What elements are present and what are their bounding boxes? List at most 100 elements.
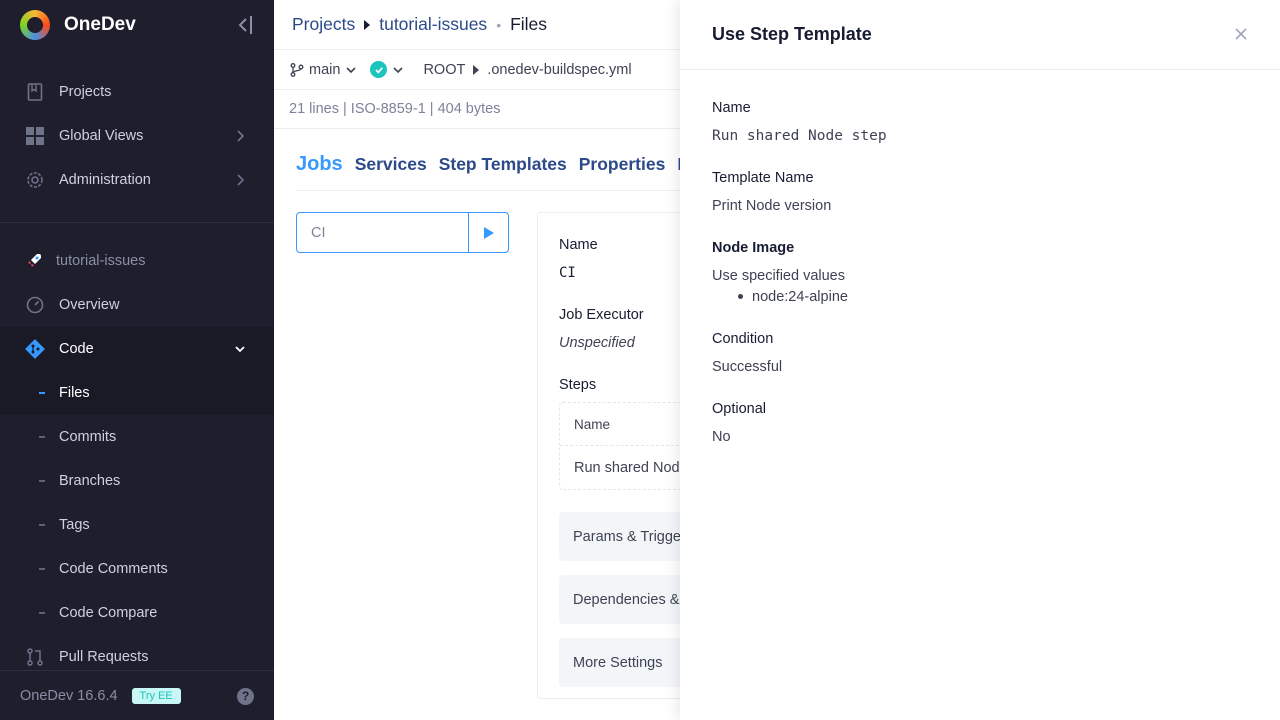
bullet-dash xyxy=(39,568,45,570)
tab-services[interactable]: Services xyxy=(355,154,427,175)
sidebar-project-name[interactable]: tutorial-issues xyxy=(25,252,145,270)
file-info: 21 lines | ISO-8859-1 | 404 bytes xyxy=(274,90,680,129)
root-link[interactable]: ROOT xyxy=(423,62,465,78)
close-icon[interactable] xyxy=(1235,28,1247,40)
bullet-dash xyxy=(39,392,45,394)
sidebar-item-tags[interactable]: Tags xyxy=(0,503,274,547)
use-step-template-panel: Use Step Template Name Run shared Node s… xyxy=(680,0,1280,720)
job-name-value: CI xyxy=(559,265,576,281)
build-success-icon[interactable] xyxy=(370,61,388,78)
sidebar-item-label: Global Views xyxy=(59,128,144,144)
sidebar-item-label: Code xyxy=(59,341,94,357)
job-name-label: Name xyxy=(559,237,598,253)
sidebar-item-projects[interactable]: Projects xyxy=(0,70,274,114)
node-image-label: Node Image xyxy=(712,240,795,256)
step-name-label: Name xyxy=(712,100,751,116)
job-executor-label: Job Executor xyxy=(559,307,644,323)
gear-icon xyxy=(25,170,45,190)
sidebar-item-commits[interactable]: Commits xyxy=(0,415,274,459)
template-name-value: Print Node version xyxy=(712,198,832,214)
git-icon xyxy=(25,339,45,359)
dependencies-jobs-section[interactable]: Dependencies & Jobs xyxy=(559,575,680,624)
bullet-dash xyxy=(39,612,45,614)
breadcrumb-projects[interactable]: Projects xyxy=(292,14,355,35)
panel-header: Use Step Template xyxy=(680,0,1280,70)
try-ee-badge[interactable]: Try EE xyxy=(131,687,181,704)
steps-table: Name Run shared Node step xyxy=(559,402,680,490)
node-image-value: node:24-alpine xyxy=(752,289,848,305)
sidebar-item-files[interactable]: Files xyxy=(0,371,274,415)
sidebar: OneDev Projects Global Views Administrat… xyxy=(0,0,274,720)
tabs-divider xyxy=(296,190,680,191)
breadcrumb: Projects tutorial-issues • Files xyxy=(274,0,680,50)
buildspec-tabs: Jobs Services Step Templates Properties … xyxy=(296,153,680,176)
sidebar-item-label: Files xyxy=(59,385,90,401)
bookmark-icon xyxy=(25,82,45,102)
play-icon xyxy=(483,226,494,239)
chevron-down-icon xyxy=(235,346,245,353)
bullet-dash xyxy=(39,436,45,438)
breadcrumb-dot: • xyxy=(496,16,502,33)
pull-request-icon xyxy=(25,647,45,667)
panel-title: Use Step Template xyxy=(712,24,872,44)
grid-icon xyxy=(25,126,45,146)
brand[interactable]: OneDev xyxy=(0,0,274,50)
caret-right-icon xyxy=(364,19,371,30)
sidebar-item-global-views[interactable]: Global Views xyxy=(0,114,274,158)
node-image-mode: Use specified values xyxy=(712,268,845,284)
sidebar-item-overview[interactable]: Overview xyxy=(0,283,274,327)
steps-column-header: Name xyxy=(574,417,611,432)
brand-name: OneDev xyxy=(64,14,136,35)
sidebar-item-administration[interactable]: Administration xyxy=(0,158,274,202)
caret-right-icon xyxy=(473,64,480,75)
sidebar-item-label: Pull Requests xyxy=(59,649,149,665)
chevron-down-icon[interactable] xyxy=(393,66,404,74)
sidebar-item-code-comments[interactable]: Code Comments xyxy=(0,547,274,591)
step-name-value: Run shared Node step xyxy=(712,128,887,144)
breadcrumb-project[interactable]: tutorial-issues xyxy=(379,14,487,35)
sidebar-item-branches[interactable]: Branches xyxy=(0,459,274,503)
main-content: Projects tutorial-issues • Files main RO… xyxy=(274,0,680,720)
steps-label: Steps xyxy=(559,377,597,393)
table-row[interactable]: Run shared Node step xyxy=(560,445,680,476)
sidebar-item-code[interactable]: Code xyxy=(0,327,274,371)
chevron-right-icon xyxy=(237,130,245,142)
condition-value: Successful xyxy=(712,359,783,375)
gauge-icon xyxy=(25,295,45,315)
sidebar-item-code-compare[interactable]: Code Compare xyxy=(0,591,274,635)
params-triggers-section[interactable]: Params & Triggers xyxy=(559,512,680,561)
tab-properties[interactable]: Properties xyxy=(579,154,666,175)
collapse-sidebar-icon[interactable] xyxy=(236,14,254,36)
project-name-label: tutorial-issues xyxy=(56,253,146,269)
sidebar-item-label: Commits xyxy=(59,429,117,445)
sidebar-item-label: Projects xyxy=(59,84,112,100)
tab-step-templates[interactable]: Step Templates xyxy=(439,154,567,175)
version-label: OneDev 16.6.4 xyxy=(20,687,118,704)
file-navigation-bar: main ROOT .onedev-buildspec.yml xyxy=(274,50,680,90)
bullet-dash xyxy=(39,480,45,482)
bullet-dash xyxy=(39,524,45,526)
run-job-button[interactable] xyxy=(468,213,508,252)
onedev-logo-icon xyxy=(20,10,50,40)
sidebar-divider xyxy=(0,222,274,223)
file-name: .onedev-buildspec.yml xyxy=(487,61,632,78)
chevron-down-icon[interactable] xyxy=(346,66,357,74)
help-icon[interactable]: ? xyxy=(237,688,254,705)
sidebar-item-label: Branches xyxy=(59,473,121,489)
sidebar-footer: OneDev 16.6.4 Try EE ? xyxy=(0,670,274,720)
sidebar-item-label: Code Compare xyxy=(59,605,158,621)
tab-jobs[interactable]: Jobs xyxy=(296,153,343,176)
more-settings-section[interactable]: More Settings xyxy=(559,638,680,687)
job-selector[interactable]: CI xyxy=(296,212,509,253)
chevron-right-icon xyxy=(237,174,245,186)
page-title: Files xyxy=(510,14,548,34)
job-detail-card: Name CI Job Executor Unspecified Steps N… xyxy=(537,212,680,699)
list-bullet xyxy=(738,294,743,299)
branch-selector[interactable]: main xyxy=(309,62,340,78)
job-name-item[interactable]: CI xyxy=(297,213,468,252)
sidebar-item-label: Administration xyxy=(59,172,151,188)
condition-label: Condition xyxy=(712,331,774,347)
sidebar-item-label: Overview xyxy=(59,297,120,313)
rocket-icon xyxy=(28,254,41,267)
branch-icon xyxy=(290,62,304,77)
